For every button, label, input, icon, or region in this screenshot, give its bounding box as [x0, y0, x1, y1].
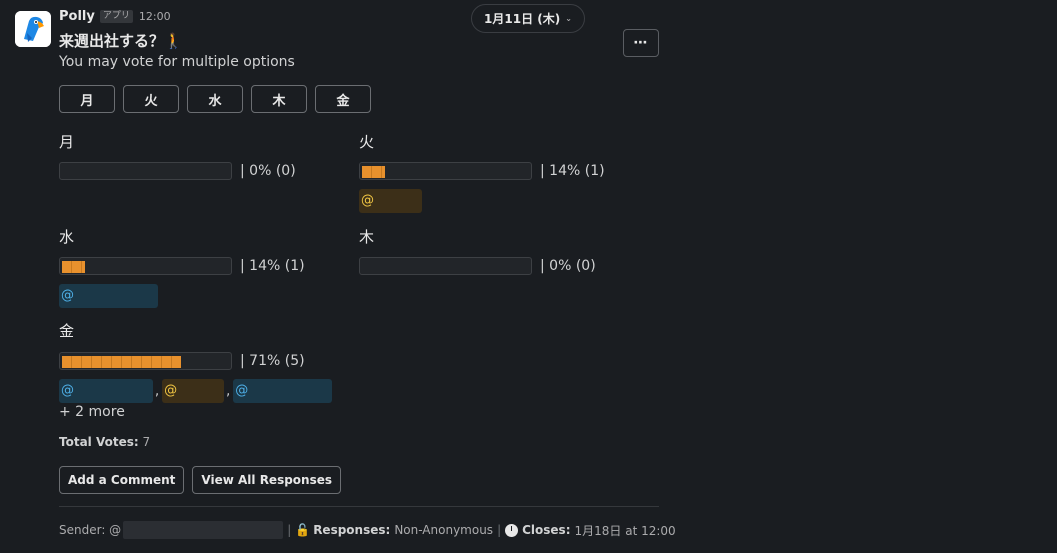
result-bar: [59, 352, 232, 370]
closes-value: 1月18日 at 12:00: [574, 523, 676, 538]
user-mention[interactable]: @: [59, 284, 158, 308]
result-bar: [59, 162, 232, 180]
option-label-tue: 火: [359, 133, 375, 151]
responses-value: Non-Anonymous: [394, 523, 494, 537]
result-text: | 0% (0): [540, 258, 596, 274]
vote-button-tue[interactable]: 火: [123, 85, 179, 113]
lock-icon: 🔓: [295, 523, 311, 537]
polly-parrot-icon[interactable]: [15, 11, 51, 47]
option-label-mon: 月: [59, 133, 75, 151]
option-result-fri: | 71% (5): [59, 352, 305, 370]
total-votes-value: 7: [142, 435, 151, 449]
result-text: | 71% (5): [240, 353, 305, 369]
message-header: Polly アプリ 12:00: [59, 9, 171, 24]
separator: ,: [155, 383, 160, 399]
user-mention[interactable]: @: [59, 379, 153, 403]
result-text: | 14% (1): [540, 163, 605, 179]
result-bar-fill: [62, 356, 181, 368]
chevron-down-icon: ⌄: [565, 14, 572, 23]
date-divider-button[interactable]: 1月11日 (木) ⌄: [471, 4, 585, 33]
voters-tue: @: [359, 189, 422, 213]
vote-button-mon[interactable]: 月: [59, 85, 115, 113]
add-comment-button[interactable]: Add a Comment: [59, 466, 185, 494]
option-result-tue: | 14% (1): [359, 162, 605, 180]
total-votes-label: Total Votes:: [59, 435, 139, 449]
more-actions-button[interactable]: ⋯: [623, 29, 659, 57]
vote-button-thu[interactable]: 木: [251, 85, 307, 113]
more-voters-link[interactable]: + 2 more: [59, 404, 125, 420]
separator: |: [287, 523, 292, 537]
divider: [59, 506, 659, 507]
vote-button-group: 月 火 水 木 金: [59, 85, 371, 113]
user-mention[interactable]: @: [233, 379, 333, 403]
sender-name[interactable]: Polly: [59, 9, 95, 24]
sender-label: Sender: @: [59, 523, 122, 537]
option-label-fri: 金: [59, 322, 75, 340]
redacted-username: [123, 521, 284, 539]
more-icon: ⋯: [633, 35, 649, 51]
result-bar: [359, 162, 532, 180]
separator: |: [497, 523, 502, 537]
option-result-thu: | 0% (0): [359, 257, 596, 275]
result-text: | 14% (1): [240, 258, 305, 274]
option-label-wed: 水: [59, 228, 75, 246]
view-all-responses-button[interactable]: View All Responses: [192, 466, 342, 494]
voters-fri: @ , @ , @: [59, 379, 333, 403]
result-bar-fill: [362, 166, 385, 178]
timestamp[interactable]: 12:00: [139, 10, 171, 23]
total-votes: Total Votes: 7: [59, 435, 150, 449]
result-bar: [59, 257, 232, 275]
option-result-mon: | 0% (0): [59, 162, 296, 180]
vote-button-wed[interactable]: 水: [187, 85, 243, 113]
poll-message: Polly アプリ 12:00 1月11日 (木) ⌄ ⋯ 来週出社する？🚶 Y…: [0, 0, 1057, 553]
app-badge: アプリ: [99, 10, 133, 23]
option-label-thu: 木: [359, 228, 375, 246]
responses-label: Responses:: [313, 523, 391, 537]
separator: ,: [226, 383, 231, 399]
result-text: | 0% (0): [240, 163, 296, 179]
closes-label: Closes:: [522, 523, 571, 537]
action-buttons: Add a Comment View All Responses: [59, 466, 342, 494]
result-bar: [359, 257, 532, 275]
user-mention[interactable]: @: [359, 189, 422, 213]
poll-title: 来週出社する？🚶: [59, 32, 183, 50]
date-label: 1月11日 (木): [484, 12, 561, 26]
user-mention[interactable]: @: [162, 379, 225, 403]
clock-icon: [505, 523, 519, 537]
vote-button-fri[interactable]: 金: [315, 85, 371, 113]
poll-footer: Sender: @ | 🔓 Responses: Non-Anonymous |…: [59, 521, 676, 539]
option-result-wed: | 14% (1): [59, 257, 305, 275]
poll-subtitle: You may vote for multiple options: [59, 54, 295, 70]
voters-wed: @: [59, 284, 158, 308]
result-bar-fill: [62, 261, 85, 273]
